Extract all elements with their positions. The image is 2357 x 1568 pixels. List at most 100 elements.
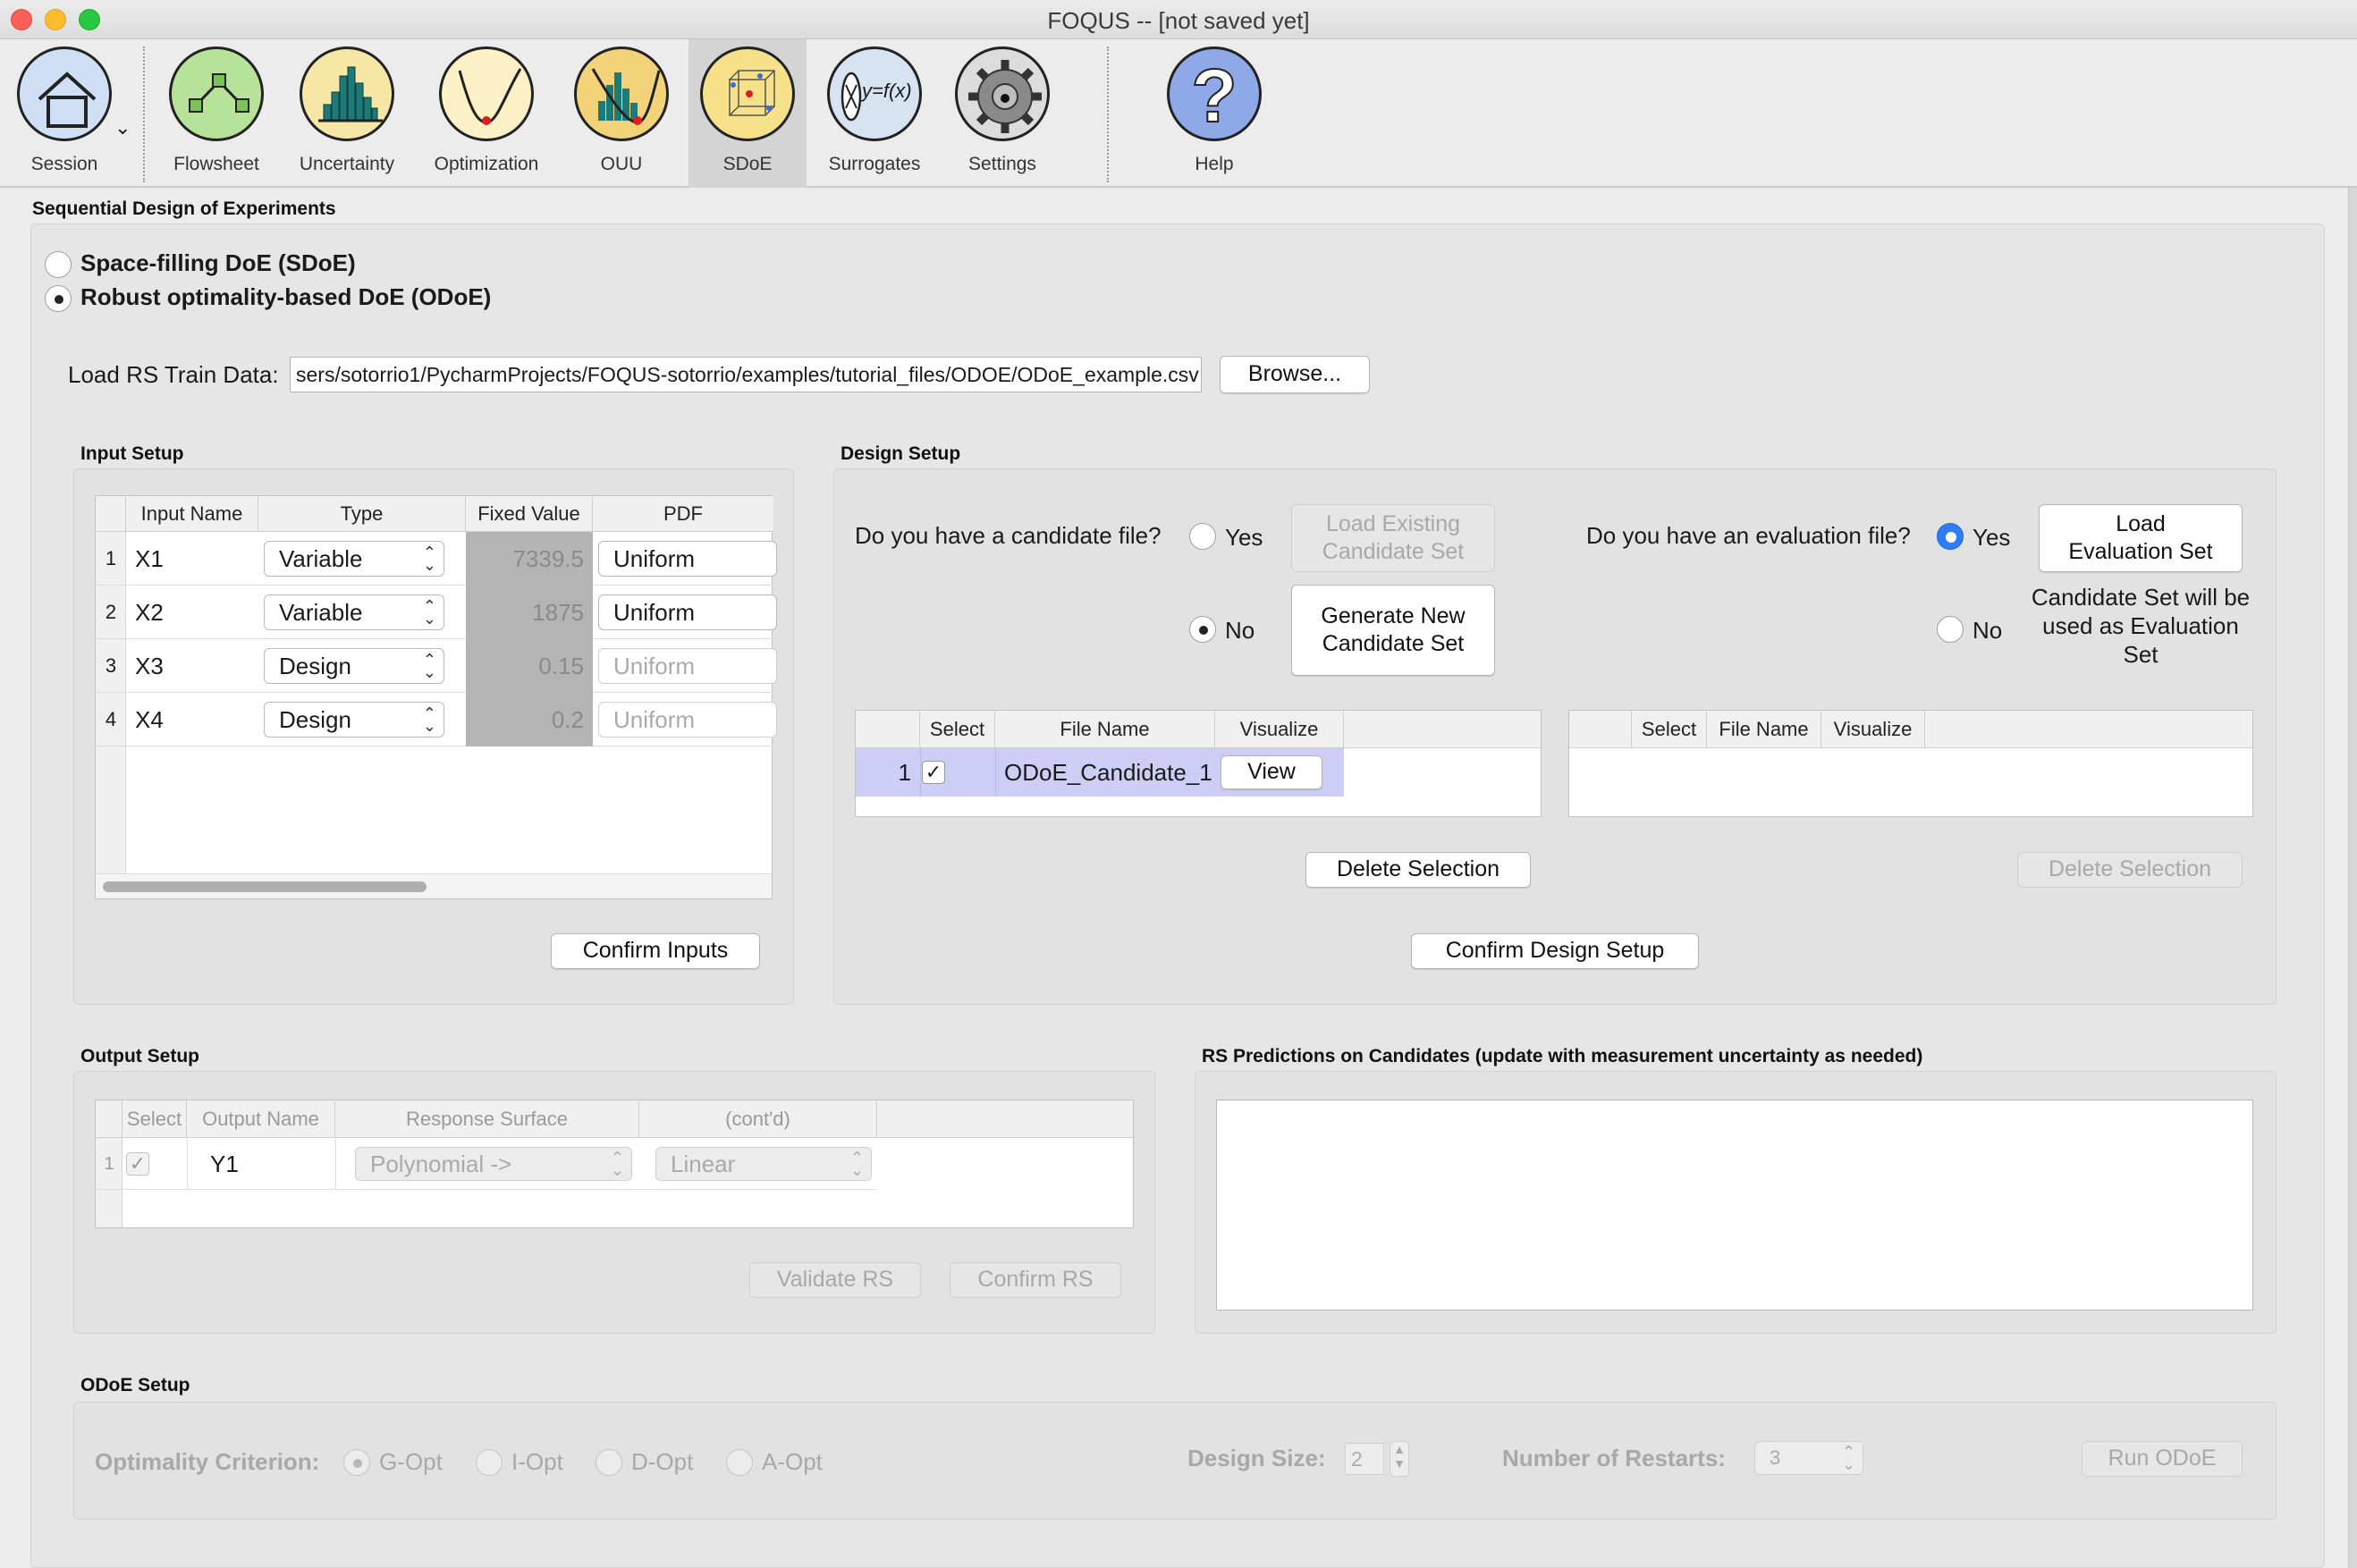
row-number: 1 — [898, 758, 911, 786]
run-odoe-button: Run ODoE — [2082, 1441, 2243, 1477]
toolbar-flowsheet[interactable]: Flowsheet — [161, 39, 272, 188]
type-value: Variable — [279, 544, 363, 572]
type-value: Variable — [279, 598, 363, 626]
main-toolbar: ⌄ Session Flowsheet Uncertainty Optimiza… — [0, 39, 2357, 188]
toolbar-sdoe[interactable]: SDoE — [689, 39, 807, 188]
response-surface-value: Polynomial -> — [370, 1150, 512, 1177]
updown-arrow-icon: ⌃ ⌄ — [422, 704, 436, 735]
confirm-design-setup-button[interactable]: Confirm Design Setup — [1411, 933, 1699, 969]
criterion-label: Optimality Criterion: — [95, 1448, 320, 1475]
input-name: X2 — [135, 598, 164, 626]
type-combo[interactable]: Variable ⌃ ⌄ — [264, 541, 444, 577]
table-row[interactable]: 4 X4 Design ⌃ ⌄ 0.2 Uniform — [96, 693, 777, 746]
col-output-name: Output Name — [187, 1100, 335, 1137]
candidate-file-name: ODoE_Candidate_1 — [1004, 758, 1212, 786]
rs-train-data-path[interactable]: sers/sotorrio1/PycharmProjects/FOQUS-sot… — [290, 357, 1202, 392]
row-number: 1 — [105, 547, 117, 569]
view-button[interactable]: View — [1221, 755, 1322, 789]
col-input-name: Input Name — [126, 496, 258, 531]
rs-predictions-table[interactable] — [1216, 1100, 2253, 1311]
toolbar-ouu[interactable]: OUU — [563, 39, 680, 188]
input-setup-title: Input Setup — [80, 443, 184, 464]
a-opt-radio — [726, 1449, 753, 1476]
toolbar-help[interactable]: ? Help — [1153, 39, 1275, 188]
toolbar-optimization[interactable]: Optimization — [420, 39, 553, 188]
output-select-checkbox: ✓ — [126, 1152, 149, 1176]
evaluation-no-label: No — [1973, 617, 2003, 644]
row-number-header — [96, 1100, 122, 1137]
pdf-value: Uniform — [613, 598, 696, 626]
delete-selection-eval-button: Delete Selection — [2017, 852, 2243, 888]
odoe-setup-title: ODoE Setup — [80, 1375, 190, 1395]
output-table: Select Output Name Response Surface (con… — [95, 1100, 1134, 1228]
mode-odoe-label: Robust optimality-based DoE (ODoE) — [80, 283, 492, 310]
toolbar-label: OUU — [600, 154, 643, 174]
evaluation-no-radio[interactable] — [1937, 616, 1964, 643]
contd-combo: Linear ⌃ ⌄ — [655, 1147, 872, 1181]
pdf-value: Uniform — [613, 652, 696, 679]
design-size-stepper: ▲ ▼ — [1390, 1441, 1409, 1477]
design-setup-title: Design Setup — [841, 443, 961, 464]
type-combo[interactable]: Design ⌃ ⌄ — [264, 702, 444, 738]
col-file-name: File Name — [1707, 711, 1821, 747]
row-number-header — [96, 496, 126, 531]
toolbar-separator — [143, 46, 145, 182]
row-number-header — [1569, 711, 1632, 747]
input-name: X4 — [135, 705, 164, 733]
pdf-combo[interactable]: Uniform — [598, 594, 777, 630]
table-row[interactable]: 3 X3 Design ⌃ ⌄ 0.15 Uniform — [96, 639, 777, 693]
chevron-down-icon[interactable]: ⌄ — [114, 116, 131, 139]
load-evaluation-button[interactable]: Load Evaluation Set — [2039, 504, 2243, 572]
updown-arrow-icon: ⌃ ⌄ — [610, 1149, 624, 1179]
input-name: X1 — [135, 544, 164, 572]
type-combo[interactable]: Variable ⌃ ⌄ — [264, 594, 444, 630]
updown-arrow-icon: ⌃ ⌄ — [1841, 1443, 1855, 1473]
toolbar-uncertainty[interactable]: Uncertainty — [290, 39, 404, 188]
pdf-combo: Uniform — [598, 702, 777, 738]
row-number: 1 — [104, 1153, 114, 1174]
pdf-combo[interactable]: Uniform — [598, 541, 777, 577]
browse-button[interactable]: Browse... — [1220, 356, 1370, 393]
toolbar-surrogates[interactable]: y=f(x) Surrogates — [814, 39, 935, 188]
input-table-header: Input Name Type Fixed Value PDF — [96, 496, 773, 532]
select-checkbox[interactable]: ✓ — [922, 761, 945, 784]
table-row[interactable]: 1 X1 Variable ⌃ ⌄ 7339.5 Uniform — [96, 532, 777, 586]
evaluation-yes-label: Yes — [1973, 524, 2011, 551]
col-select: Select — [1632, 711, 1707, 747]
toolbar-label: Flowsheet — [173, 154, 259, 174]
table-row[interactable]: 2 X2 Variable ⌃ ⌄ 1875 Uniform — [96, 586, 777, 639]
type-combo[interactable]: Design ⌃ ⌄ — [264, 648, 444, 684]
radio-sdoe[interactable] — [45, 251, 72, 278]
toolbar-settings[interactable]: Settings — [942, 39, 1062, 188]
candidate-table: Select File Name Visualize 1 ✓ ODoE_Cand… — [855, 710, 1542, 817]
table-row[interactable]: 1 ✓ ODoE_Candidate_1 View — [856, 748, 1344, 797]
cell-divider — [995, 748, 996, 797]
a-opt-label: A-Opt — [762, 1448, 823, 1475]
updown-arrow-icon: ⌃ ⌄ — [422, 544, 436, 574]
toolbar-label: Optimization — [434, 154, 539, 174]
restarts-spinbox: 3 ⌃ ⌄ — [1754, 1441, 1863, 1475]
row-number-header — [856, 711, 920, 747]
scrollbar-thumb[interactable] — [103, 881, 427, 892]
input-name: X3 — [135, 652, 164, 679]
horizontal-scrollbar[interactable] — [96, 873, 772, 898]
candidate-yes-radio[interactable] — [1189, 523, 1216, 550]
candidate-no-radio[interactable] — [1189, 616, 1216, 643]
evaluation-yes-radio[interactable] — [1937, 523, 1964, 550]
confirm-inputs-button[interactable]: Confirm Inputs — [551, 933, 760, 969]
delete-selection-button[interactable]: Delete Selection — [1305, 852, 1531, 888]
flowsheet-icon — [169, 46, 264, 141]
validate-rs-button: Validate RS — [749, 1262, 921, 1298]
toolbar-session[interactable]: ⌄ Session — [0, 39, 134, 188]
table-row[interactable]: 1 ✓ Y1 Polynomial -> ⌃ ⌄ Linear ⌃ ⌄ — [96, 1138, 877, 1190]
pdf-combo: Uniform — [598, 648, 777, 684]
col-contd: (cont'd) — [639, 1100, 877, 1137]
row-number: 4 — [105, 708, 117, 730]
fixed-value: 7339.5 — [466, 532, 593, 586]
design-size-label: Design Size: — [1187, 1445, 1326, 1471]
generate-new-candidate-button[interactable]: Generate New Candidate Set — [1291, 585, 1495, 676]
col-visualize: Visualize — [1215, 711, 1344, 747]
toolbar-label: Help — [1195, 154, 1234, 174]
radio-odoe[interactable] — [45, 285, 72, 312]
candidate-yes-label: Yes — [1225, 524, 1263, 551]
